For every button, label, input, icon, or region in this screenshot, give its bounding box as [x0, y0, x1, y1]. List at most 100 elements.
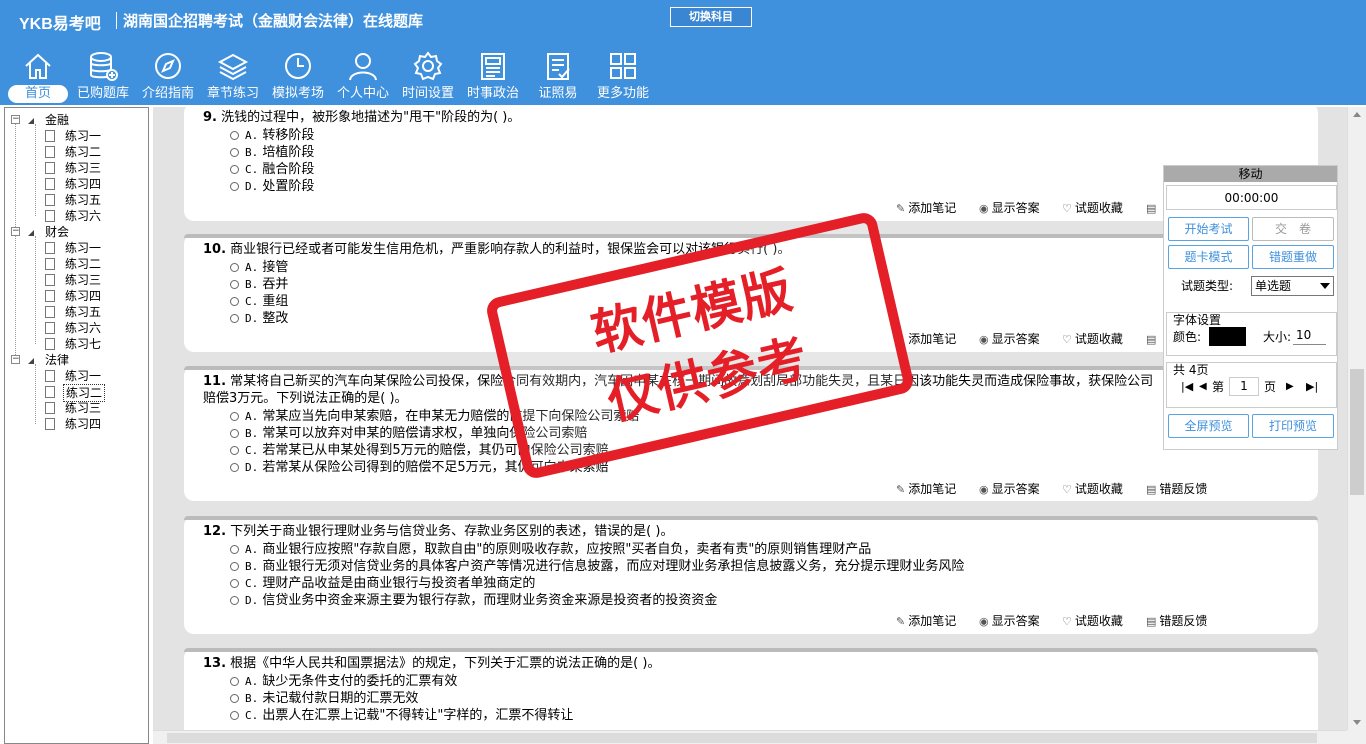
tree-item[interactable]: 练习五: [45, 304, 135, 320]
show-answer-button[interactable]: ◉ 显示答案: [979, 481, 1040, 498]
option-a[interactable]: A. 商业银行应按照"存款自愿，取款自由"的原则吸收存款，应按照"买者自负，卖者…: [230, 541, 871, 558]
radio-button[interactable]: [230, 182, 239, 191]
show-answer-button[interactable]: ◉ 显示答案: [979, 200, 1040, 217]
tree-group-accounting[interactable]: − 财会: [11, 224, 71, 240]
collapse-icon[interactable]: −: [11, 355, 20, 364]
tree-item[interactable]: 练习六: [45, 208, 135, 224]
vertical-scrollbar[interactable]: [1347, 107, 1366, 730]
favorite-button[interactable]: ♡ 试题收藏: [1062, 613, 1123, 630]
add-note-button[interactable]: ✎ 添加笔记: [896, 613, 956, 630]
collapse-icon[interactable]: −: [11, 115, 20, 124]
tree-item[interactable]: 练习三: [45, 272, 135, 288]
tree-item[interactable]: 练习二: [45, 144, 135, 160]
favorite-button[interactable]: ♡ 试题收藏: [1062, 200, 1123, 217]
tree-item[interactable]: 练习六: [45, 320, 135, 336]
option-b[interactable]: B. 未记载付款日期的汇票无效: [230, 690, 418, 707]
show-answer-button[interactable]: ◉ 显示答案: [979, 331, 1040, 348]
switch-subject-button[interactable]: 切换科目: [670, 7, 752, 27]
report-error-button[interactable]: ▤ 错题反馈: [1146, 613, 1207, 630]
radio-button[interactable]: [230, 579, 239, 588]
tree-item[interactable]: 练习四: [45, 288, 135, 304]
print-preview-button[interactable]: 打印预览: [1252, 414, 1334, 438]
nav-guide[interactable]: 介绍指南: [138, 48, 198, 104]
submit-exam-button[interactable]: 交 卷: [1252, 217, 1334, 241]
card-mode-button[interactable]: 题卡模式: [1168, 245, 1249, 269]
nav-purchased[interactable]: 已购题库: [72, 48, 134, 104]
radio-button[interactable]: [230, 596, 239, 605]
nav-mock-exam[interactable]: 模拟考场: [268, 48, 328, 104]
font-color-swatch[interactable]: [1209, 327, 1246, 346]
nav-time-settings[interactable]: 时间设置: [398, 48, 458, 104]
nav-more[interactable]: 更多功能: [592, 48, 654, 104]
scroll-up-icon[interactable]: [1353, 112, 1361, 117]
tree-item[interactable]: 练习一: [45, 240, 135, 256]
tree-item[interactable]: 练习三: [45, 160, 135, 176]
collapse-icon[interactable]: −: [11, 227, 20, 236]
horizontal-scroll-thumb[interactable]: [167, 733, 1317, 743]
fullscreen-preview-button[interactable]: 全屏预览: [1168, 414, 1249, 438]
tree-item[interactable]: 练习一: [45, 368, 135, 384]
radio-button[interactable]: [230, 463, 239, 472]
scroll-down-icon[interactable]: [1353, 720, 1361, 725]
report-error-button[interactable]: ▤: [1146, 200, 1159, 217]
radio-button[interactable]: [230, 165, 239, 174]
tree-item[interactable]: 练习四: [45, 176, 135, 192]
font-size-input[interactable]: 10: [1293, 326, 1326, 345]
report-error-button[interactable]: ▤: [1146, 331, 1159, 348]
tree-item[interactable]: 练习一: [45, 128, 135, 144]
nav-profile[interactable]: 个人中心: [333, 48, 393, 104]
radio-button[interactable]: [230, 297, 239, 306]
radio-button[interactable]: [230, 694, 239, 703]
last-page-icon[interactable]: ▶|: [1306, 379, 1318, 395]
redo-wrong-button[interactable]: 错题重做: [1252, 245, 1334, 269]
option-b[interactable]: B. 培植阶段: [230, 144, 314, 161]
option-c[interactable]: C. 理财产品收益是由商业银行与投资者单独商定的: [230, 575, 535, 592]
horizontal-scrollbar[interactable]: [153, 730, 1347, 744]
option-c[interactable]: C. 融合阶段: [230, 161, 314, 178]
tree-item[interactable]: 练习四: [45, 416, 135, 432]
radio-button[interactable]: [230, 280, 239, 289]
radio-button[interactable]: [230, 314, 239, 323]
prev-page-icon[interactable]: ◀: [1199, 379, 1207, 395]
radio-button[interactable]: [230, 677, 239, 686]
radio-button[interactable]: [230, 711, 239, 720]
first-page-icon[interactable]: |◀: [1181, 379, 1193, 395]
nav-certificate[interactable]: 证照易: [528, 48, 588, 104]
tree-group-law[interactable]: − 法律: [11, 352, 71, 368]
option-d[interactable]: D. 处置阶段: [230, 178, 314, 195]
tree-item-selected[interactable]: 练习二: [45, 384, 135, 402]
vertical-scroll-thumb[interactable]: [1350, 369, 1364, 495]
show-answer-button[interactable]: ◉ 显示答案: [979, 613, 1040, 630]
add-note-button[interactable]: ✎ 添加笔记: [896, 481, 956, 498]
option-d[interactable]: D. 信贷业务中资金来源主要为银行存款，而理财业务资金来源是投资者的投资资金: [230, 592, 717, 609]
tree-item[interactable]: 练习二: [45, 256, 135, 272]
tree-item[interactable]: 练习七: [45, 336, 135, 352]
radio-button[interactable]: [230, 429, 239, 438]
option-b[interactable]: B. 商业银行无须对信贷业务的具体客户资产等情况进行信息披露，而应对理财业务承担…: [230, 558, 964, 575]
radio-button[interactable]: [230, 562, 239, 571]
option-c[interactable]: C. 重组: [230, 293, 288, 310]
option-d[interactable]: D. 整改: [230, 310, 288, 327]
option-a[interactable]: A. 转移阶段: [230, 127, 314, 144]
radio-button[interactable]: [230, 263, 239, 272]
nav-current-affairs[interactable]: 时事政治: [463, 48, 523, 104]
option-b[interactable]: B. 吞并: [230, 276, 288, 293]
nav-chapter[interactable]: 章节练习: [203, 48, 263, 104]
page-input[interactable]: 1: [1229, 377, 1259, 396]
radio-button[interactable]: [230, 148, 239, 157]
option-a[interactable]: A. 缺少无条件支付的委托的汇票有效: [230, 673, 457, 690]
start-exam-button[interactable]: 开始考试: [1168, 217, 1249, 241]
tree-item[interactable]: 练习五: [45, 192, 135, 208]
next-page-icon[interactable]: ▶: [1286, 379, 1294, 395]
panel-move-handle[interactable]: 移动: [1164, 166, 1337, 182]
radio-button[interactable]: [230, 412, 239, 421]
option-c[interactable]: C. 出票人在汇票上记载"不得转让"字样的，汇票不得转让: [230, 707, 573, 724]
add-note-button[interactable]: ✎ 添加笔记: [896, 200, 956, 217]
radio-button[interactable]: [230, 545, 239, 554]
nav-home[interactable]: 首页: [8, 48, 68, 104]
report-error-button[interactable]: ▤ 错题反馈: [1146, 481, 1207, 498]
question-type-select[interactable]: 单选题: [1251, 276, 1334, 296]
favorite-button[interactable]: ♡ 试题收藏: [1062, 331, 1123, 348]
option-a[interactable]: A. 接管: [230, 259, 288, 276]
tree-item[interactable]: 练习三: [45, 400, 135, 416]
